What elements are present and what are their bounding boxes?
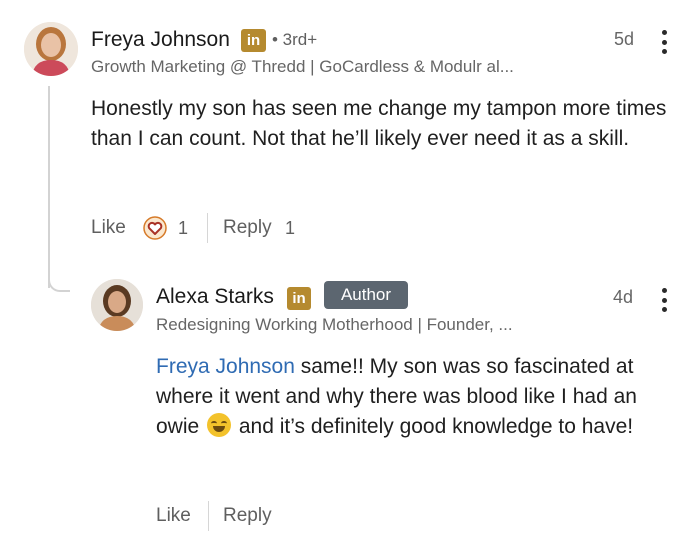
- like-button[interactable]: Like: [156, 505, 191, 527]
- reply-button[interactable]: Reply: [223, 505, 272, 527]
- thread-connector: [48, 86, 70, 302]
- reply-body: Freya Johnson same!! My son was so fasci…: [156, 352, 681, 442]
- comment-timestamp: 5d: [614, 29, 635, 49]
- action-divider: [207, 213, 208, 243]
- reply-timestamp: 4d: [613, 287, 634, 307]
- heart-reaction-icon[interactable]: [143, 216, 167, 240]
- reply-author-name[interactable]: Alexa Starks: [156, 285, 274, 309]
- comment-body: Honestly my son has seen me change my ta…: [91, 97, 667, 150]
- action-divider: [208, 501, 209, 531]
- reply-author-headline: Redesigning Working Motherhood | Founder…: [156, 315, 513, 334]
- connection-degree: • 3rd+: [272, 30, 318, 49]
- avatar[interactable]: [91, 279, 143, 331]
- rolling-on-floor-laughing-icon: [207, 413, 232, 437]
- comment-author-name[interactable]: Freya Johnson: [91, 28, 230, 52]
- more-options-icon[interactable]: [660, 288, 668, 312]
- mention-link[interactable]: Freya Johnson: [156, 355, 295, 378]
- linkedin-badge-icon: in: [241, 29, 266, 52]
- reply-text-2: and it’s definitely good knowledge to ha…: [233, 415, 634, 438]
- more-options-icon[interactable]: [660, 30, 668, 54]
- avatar-image: [24, 22, 78, 76]
- avatar-image: [91, 279, 143, 331]
- linkedin-badge-icon: in: [287, 287, 311, 310]
- avatar[interactable]: [24, 22, 78, 76]
- reaction-count[interactable]: 1: [178, 218, 188, 239]
- reply-button[interactable]: Reply: [223, 217, 272, 239]
- comment-author-headline: Growth Marketing @ Thredd | GoCardless &…: [91, 57, 514, 76]
- reply-count[interactable]: 1: [285, 218, 295, 239]
- author-badge: Author: [324, 281, 408, 309]
- like-button[interactable]: Like: [91, 217, 126, 239]
